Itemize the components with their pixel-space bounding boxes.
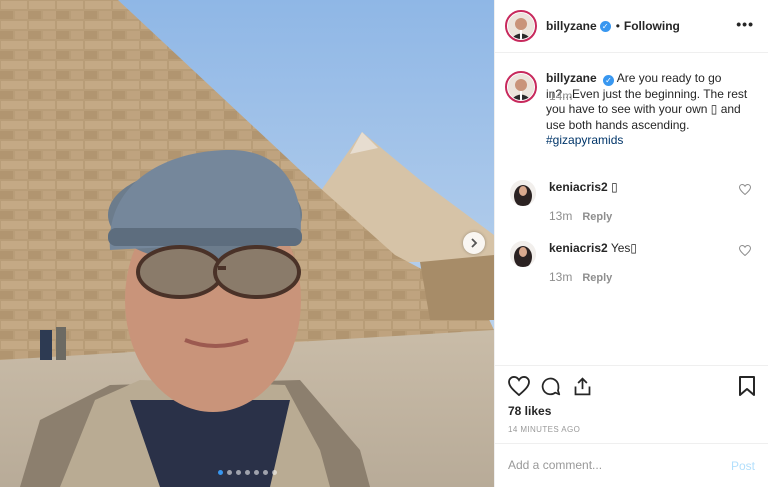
comment-bubble-icon[interactable]	[540, 376, 561, 397]
hashtag-link[interactable]: #gizapyramids	[546, 133, 623, 147]
avatar-photo	[508, 74, 534, 100]
carousel-dot	[271, 470, 277, 475]
post-actions: 78 likes 14 MINUTES AGO	[495, 365, 768, 445]
share-icon[interactable]	[572, 376, 593, 397]
pyramid-selfie-image	[0, 0, 494, 487]
carousel-dot	[217, 470, 223, 475]
verified-badge-icon: ✓	[599, 20, 611, 32]
post-modal: billyzane ✓ • Following ••• billyzane ✓ …	[0, 0, 768, 487]
reply-button[interactable]: Reply	[582, 211, 612, 223]
comment-item: keniacris2 Yes▯ 13m Reply	[505, 241, 761, 284]
carousel-indicator	[0, 470, 494, 475]
caption-author-avatar[interactable]	[505, 71, 537, 103]
post-sidebar: billyzane ✓ • Following ••• billyzane ✓ …	[494, 0, 768, 487]
commenter-avatar[interactable]	[510, 180, 536, 206]
reply-button[interactable]: Reply	[582, 272, 612, 284]
chevron-right-icon	[471, 238, 478, 248]
post-caption: billyzane ✓ Are you ready to go in?...Ev…	[505, 71, 761, 149]
author-avatar[interactable]	[505, 10, 537, 42]
like-comment-heart-icon[interactable]	[739, 184, 751, 195]
like-comment-heart-icon[interactable]	[739, 245, 751, 256]
caption-username[interactable]: billyzane	[546, 71, 597, 85]
comment-text: ▯	[611, 180, 618, 194]
carousel-dot	[226, 470, 232, 475]
avatar-photo	[510, 180, 536, 206]
carousel-dot	[235, 470, 241, 475]
comment-text: Yes▯	[610, 241, 638, 255]
avatar-photo	[510, 241, 536, 267]
comment-input[interactable]	[508, 458, 708, 472]
comment-time: 13m	[549, 270, 573, 284]
avatar-photo	[508, 13, 534, 39]
save-bookmark-icon[interactable]	[739, 376, 755, 396]
follow-separator: •	[615, 19, 620, 33]
like-heart-icon[interactable]	[508, 376, 530, 396]
carousel-dot	[244, 470, 250, 475]
post-photo[interactable]	[0, 0, 494, 487]
author-username[interactable]: billyzane	[546, 19, 597, 33]
commenter-avatar[interactable]	[510, 241, 536, 267]
add-comment-bar: Post	[495, 443, 768, 487]
next-photo-button[interactable]	[463, 232, 485, 254]
following-button[interactable]: Following	[624, 19, 680, 33]
more-options-icon[interactable]: •••	[736, 16, 754, 32]
post-comment-button[interactable]: Post	[731, 459, 755, 473]
carousel-dot	[262, 470, 268, 475]
comment-username[interactable]: keniacris2	[549, 241, 608, 255]
likes-count[interactable]: 78 likes	[508, 404, 551, 418]
carousel-dot	[253, 470, 259, 475]
caption-text-block: billyzane ✓ Are you ready to go in?...Ev…	[546, 71, 761, 149]
verified-badge-icon: ✓	[603, 75, 615, 86]
comment-item: keniacris2 ▯ 13m Reply	[505, 180, 761, 223]
post-timestamp: 14 MINUTES AGO	[508, 425, 581, 434]
comment-time: 13m	[549, 209, 573, 223]
comment-username[interactable]: keniacris2	[549, 180, 608, 194]
caption-timestamp: 14m	[549, 89, 573, 103]
post-header: billyzane ✓ • Following •••	[495, 0, 768, 53]
